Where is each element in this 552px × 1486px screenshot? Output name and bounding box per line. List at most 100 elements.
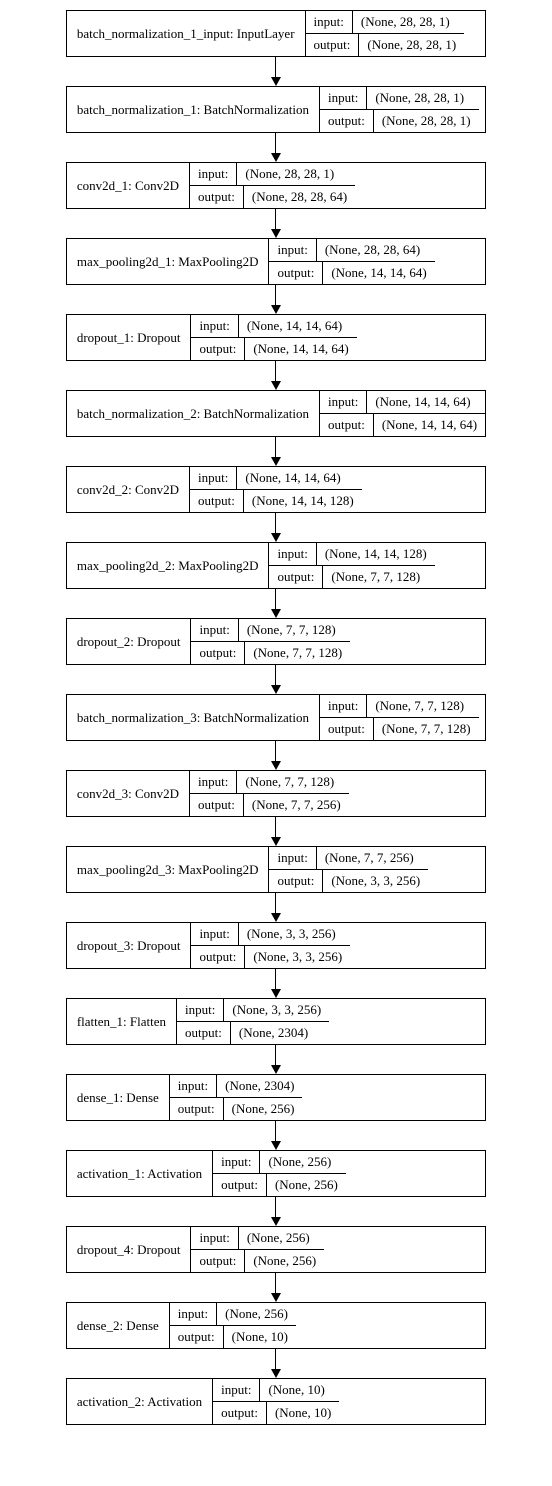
layer-name: dropout_2: Dropout	[67, 619, 192, 664]
input-shape: (None, 10)	[260, 1379, 332, 1401]
arrow-down-icon	[66, 589, 486, 618]
io-table: input:(None, 28, 28, 1)output:(None, 28,…	[306, 11, 465, 56]
arrow-down-icon	[66, 57, 486, 86]
output-label: output:	[170, 1098, 224, 1120]
input-shape: (None, 3, 3, 256)	[239, 923, 344, 945]
input-shape: (None, 14, 14, 64)	[237, 467, 348, 489]
layer-name: flatten_1: Flatten	[67, 999, 177, 1044]
layer-name: max_pooling2d_3: MaxPooling2D	[67, 847, 270, 892]
arrow-down-icon	[66, 1121, 486, 1150]
arrow-down-icon	[66, 1045, 486, 1074]
layer-node: batch_normalization_2: BatchNormalizatio…	[66, 390, 486, 437]
layer-name: activation_2: Activation	[67, 1379, 213, 1424]
layer-name: max_pooling2d_2: MaxPooling2D	[67, 543, 270, 588]
arrow-down-icon	[66, 1349, 486, 1378]
output-shape: (None, 7, 7, 256)	[244, 794, 349, 816]
model-graph: batch_normalization_1_input: InputLayeri…	[66, 10, 486, 1425]
output-label: output:	[190, 490, 244, 512]
output-shape: (None, 7, 7, 128)	[323, 566, 428, 588]
layer-name: activation_1: Activation	[67, 1151, 213, 1196]
io-table: input:(None, 14, 14, 64)output:(None, 14…	[320, 391, 485, 436]
output-shape: (None, 28, 28, 64)	[244, 186, 355, 208]
output-shape: (None, 28, 28, 1)	[359, 34, 464, 56]
layer-node: dense_1: Denseinput:(None, 2304)output:(…	[66, 1074, 486, 1121]
output-shape: (None, 2304)	[231, 1022, 316, 1044]
layer-node: batch_normalization_1: BatchNormalizatio…	[66, 86, 486, 133]
arrow-down-icon	[66, 437, 486, 466]
input-label: input:	[269, 847, 316, 869]
output-label: output:	[190, 186, 244, 208]
input-label: input:	[320, 695, 367, 717]
input-shape: (None, 7, 7, 256)	[317, 847, 422, 869]
layer-name: dense_2: Dense	[67, 1303, 170, 1348]
io-table: input:(None, 7, 7, 128)output:(None, 7, …	[190, 771, 349, 816]
output-label: output:	[191, 338, 245, 360]
io-table: input:(None, 10)output:(None, 10)	[213, 1379, 339, 1424]
io-table: input:(None, 3, 3, 256)output:(None, 3, …	[191, 923, 350, 968]
io-table: input:(None, 7, 7, 128)output:(None, 7, …	[320, 695, 479, 740]
output-shape: (None, 256)	[267, 1174, 346, 1196]
output-label: output:	[306, 34, 360, 56]
layer-node: max_pooling2d_2: MaxPooling2Dinput:(None…	[66, 542, 486, 589]
input-label: input:	[190, 467, 237, 489]
output-label: output:	[269, 262, 323, 284]
layer-node: max_pooling2d_1: MaxPooling2Dinput:(None…	[66, 238, 486, 285]
arrow-down-icon	[66, 1197, 486, 1226]
input-shape: (None, 256)	[260, 1151, 339, 1173]
output-label: output:	[213, 1174, 267, 1196]
input-label: input:	[320, 87, 367, 109]
input-shape: (None, 256)	[217, 1303, 296, 1325]
io-table: input:(None, 28, 28, 1)output:(None, 28,…	[320, 87, 479, 132]
output-label: output:	[320, 414, 374, 436]
layer-node: dropout_3: Dropoutinput:(None, 3, 3, 256…	[66, 922, 486, 969]
input-label: input:	[191, 923, 238, 945]
input-label: input:	[190, 771, 237, 793]
layer-node: conv2d_2: Conv2Dinput:(None, 14, 14, 64)…	[66, 466, 486, 513]
layer-node: batch_normalization_3: BatchNormalizatio…	[66, 694, 486, 741]
arrow-down-icon	[66, 209, 486, 238]
output-shape: (None, 28, 28, 1)	[374, 110, 479, 132]
input-shape: (None, 7, 7, 128)	[367, 695, 472, 717]
output-label: output:	[177, 1022, 231, 1044]
layer-node: conv2d_1: Conv2Dinput:(None, 28, 28, 1)o…	[66, 162, 486, 209]
layer-name: batch_normalization_2: BatchNormalizatio…	[67, 391, 320, 436]
io-table: input:(None, 2304)output:(None, 256)	[170, 1075, 303, 1120]
input-shape: (None, 28, 28, 64)	[317, 239, 428, 261]
layer-name: max_pooling2d_1: MaxPooling2D	[67, 239, 270, 284]
arrow-down-icon	[66, 513, 486, 542]
io-table: input:(None, 7, 7, 256)output:(None, 3, …	[269, 847, 428, 892]
input-shape: (None, 28, 28, 1)	[353, 11, 458, 33]
input-shape: (None, 28, 28, 1)	[367, 87, 472, 109]
output-shape: (None, 3, 3, 256)	[245, 946, 350, 968]
io-table: input:(None, 28, 28, 1)output:(None, 28,…	[190, 163, 355, 208]
input-label: input:	[170, 1075, 217, 1097]
io-table: input:(None, 14, 14, 64)output:(None, 14…	[191, 315, 356, 360]
arrow-down-icon	[66, 817, 486, 846]
output-shape: (None, 14, 14, 64)	[374, 414, 485, 436]
output-shape: (None, 14, 14, 64)	[245, 338, 356, 360]
input-label: input:	[191, 619, 238, 641]
io-table: input:(None, 256)output:(None, 256)	[213, 1151, 346, 1196]
layer-name: batch_normalization_1_input: InputLayer	[67, 11, 306, 56]
layer-name: batch_normalization_1: BatchNormalizatio…	[67, 87, 320, 132]
output-label: output:	[269, 870, 323, 892]
output-label: output:	[190, 794, 244, 816]
output-label: output:	[170, 1326, 224, 1348]
input-shape: (None, 14, 14, 128)	[317, 543, 435, 565]
layer-name: dropout_1: Dropout	[67, 315, 192, 360]
io-table: input:(None, 256)output:(None, 256)	[191, 1227, 324, 1272]
output-shape: (None, 256)	[224, 1098, 303, 1120]
output-shape: (None, 14, 14, 64)	[323, 262, 434, 284]
input-label: input:	[170, 1303, 217, 1325]
input-shape: (None, 28, 28, 1)	[237, 163, 342, 185]
io-table: input:(None, 14, 14, 128)output:(None, 7…	[269, 543, 434, 588]
layer-node: dropout_1: Dropoutinput:(None, 14, 14, 6…	[66, 314, 486, 361]
arrow-down-icon	[66, 361, 486, 390]
layer-node: activation_1: Activationinput:(None, 256…	[66, 1150, 486, 1197]
layer-node: activation_2: Activationinput:(None, 10)…	[66, 1378, 486, 1425]
input-shape: (None, 2304)	[217, 1075, 302, 1097]
arrow-down-icon	[66, 285, 486, 314]
io-table: input:(None, 7, 7, 128)output:(None, 7, …	[191, 619, 350, 664]
io-table: input:(None, 3, 3, 256)output:(None, 230…	[177, 999, 329, 1044]
layer-node: dropout_2: Dropoutinput:(None, 7, 7, 128…	[66, 618, 486, 665]
